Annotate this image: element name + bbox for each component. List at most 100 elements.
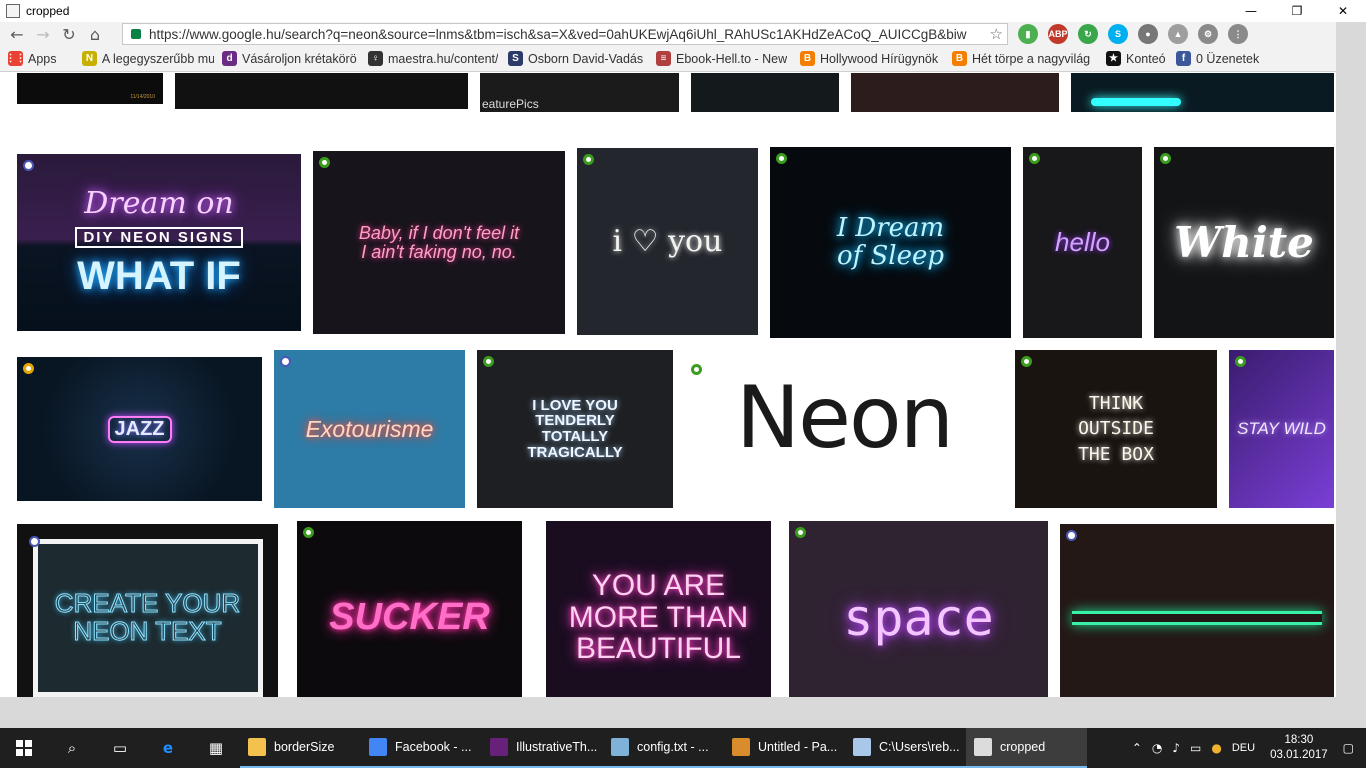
close-button[interactable]: ✕ [1320, 0, 1366, 22]
restore-button[interactable]: ❐ [1274, 0, 1320, 22]
image-type-badge [23, 160, 34, 171]
image-neon-text: I LOVE YOU TENDERLY TOTALLY TRAGICALLY [527, 396, 623, 461]
image-result[interactable]: THINK OUTSIDE THE BOX [1015, 350, 1217, 508]
image-type-badge [776, 153, 787, 164]
task-view-icon[interactable]: ▭ [96, 728, 144, 768]
image-result[interactable]: I Dream of Sleep [770, 147, 1011, 338]
notifications-icon[interactable]: ▢ [1343, 741, 1354, 755]
bookmark-item[interactable]: B Hét törpe a nagyvilág [952, 48, 1098, 70]
image-neon-text: JAZZ [107, 415, 172, 443]
image-type-badge [1160, 153, 1171, 164]
gear-ext-icon[interactable]: ⚙ [1198, 24, 1218, 44]
bookmark-item[interactable]: ♀ maestra.hu/content/ [368, 48, 500, 70]
image-result[interactable]: eaturePics [480, 73, 679, 112]
bookmark-item[interactable]: f 0 Üzenetek [1176, 48, 1264, 70]
bookmark-item[interactable]: ⋮⋮ Apps [6, 48, 74, 70]
address-bar[interactable]: https://www.google.hu/search?q=neon&sour… [122, 23, 1008, 45]
image-result[interactable]: Baby, if I don't feel it I ain't faking … [313, 151, 565, 334]
refresh-ext-icon[interactable]: ↻ [1078, 24, 1098, 44]
neon-shape [1091, 98, 1181, 106]
image-result[interactable] [1060, 524, 1334, 697]
image-type-badge [795, 527, 806, 538]
bulb-ext-icon[interactable]: ● [1138, 24, 1158, 44]
bookmark-item[interactable]: ≡ Ebook-Hell.to - New [656, 48, 792, 70]
bookmark-star-icon[interactable]: ☆ [990, 25, 1003, 43]
minimize-button[interactable]: — [1228, 0, 1274, 22]
system-tray: ⌃ ◔ ♪ ▭ ● DEU 18:30 03.01.2017 ▢ [1127, 728, 1366, 768]
notepad-icon [611, 738, 629, 756]
image-result[interactable]: 11/14/2010 [17, 73, 163, 104]
taskbar-app-button[interactable]: Untitled - Pa... [724, 728, 845, 768]
image-result[interactable] [1071, 73, 1334, 112]
bookmark-item[interactable]: N A legegyszerűbb mu [82, 48, 214, 70]
image-neon-text: WHAT IF [77, 254, 241, 298]
image-result[interactable]: i ♡ you [577, 148, 758, 335]
clock[interactable]: 18:30 03.01.2017 [1270, 733, 1328, 763]
s-icon: S [508, 51, 523, 66]
taskbar-app-button[interactable]: config.txt - ... [603, 728, 724, 768]
image-result[interactable]: space [789, 521, 1048, 697]
home-icon[interactable]: ⌂ [82, 23, 108, 45]
forward-arrow-icon[interactable]: → [30, 23, 56, 45]
tray-chevron-up-icon[interactable]: ⌃ [1132, 741, 1142, 755]
window-title: cropped [26, 4, 70, 18]
address-toolbar: ← → ↻ ⌂ https://www.google.hu/search?q=n… [0, 22, 1336, 46]
image-result[interactable]: Neon [685, 358, 1003, 478]
reload-icon[interactable]: ↻ [56, 23, 82, 45]
taskbar-app-button[interactable]: C:\Users\reb... [845, 728, 966, 768]
taskbar-app-button[interactable]: IllustrativeTh... [482, 728, 603, 768]
back-arrow-icon[interactable]: ← [4, 23, 30, 45]
image-result[interactable]: STAY WILD [1229, 350, 1334, 508]
image-result[interactable]: JAZZ [17, 357, 262, 501]
taskbar-app-label: C:\Users\reb... [879, 740, 960, 754]
image-neon-text: I Dream of Sleep [836, 213, 945, 271]
image-neon-text: Dream on [84, 186, 234, 221]
visual-studio-icon [490, 738, 508, 756]
image-result[interactable]: hello [1023, 147, 1142, 338]
start-button[interactable] [0, 728, 48, 768]
search-icon[interactable]: ⌕ [48, 728, 96, 768]
taskbar-app-label: cropped [1000, 740, 1046, 754]
image-result[interactable]: YOU ARE MORE THAN BEAUTIFUL [546, 521, 771, 697]
pushbullet-icon[interactable]: ▮ [1018, 24, 1038, 44]
image-result[interactable]: SUCKER [297, 521, 522, 697]
image-result[interactable]: White [1154, 147, 1334, 338]
image-result[interactable] [691, 73, 839, 112]
volume-icon[interactable]: ♪ [1172, 741, 1180, 755]
image-date-stamp: 11/14/2010 [130, 94, 155, 100]
taskbar-app-button[interactable]: borderSize [240, 728, 361, 768]
edge-browser-icon[interactable]: e [144, 728, 192, 768]
image-result[interactable]: Dream on DIY NEON SIGNS WHAT IF [17, 154, 301, 331]
taskbar-app-label: IllustrativeTh... [516, 740, 598, 754]
adblock-icon[interactable]: ABP [1048, 24, 1068, 44]
taskbar-app-button[interactable]: Facebook - ... [361, 728, 482, 768]
bookmark-label: Konteó [1126, 51, 1166, 66]
bookmark-item[interactable]: d Vásároljon krétakörö [222, 48, 360, 70]
image-type-badge [1066, 530, 1077, 541]
bookmarks-bar: ⋮⋮ Apps N A legegyszerűbb mu d Vásároljon kré… [0, 46, 1336, 72]
image-result[interactable]: CREATE YOUR NEON TEXT [17, 524, 278, 697]
image-result[interactable]: I LOVE YOU TENDERLY TOTALLY TRAGICALLY [477, 350, 673, 508]
menu-ext-icon[interactable]: ⋮ [1228, 24, 1248, 44]
battery-icon[interactable]: ▭ [1190, 741, 1201, 755]
store-icon[interactable]: ▦ [192, 728, 240, 768]
watermark-text: eaturePics [482, 97, 539, 111]
image-result[interactable] [175, 73, 468, 109]
bookmark-label: Hollywood Hírügynök [820, 51, 939, 66]
image-neon-text: YOU ARE MORE THAN BEAUTIFUL [568, 569, 749, 666]
image-neon-text: space [843, 588, 994, 647]
bookmark-item[interactable]: S Osborn David-Vadás [508, 48, 648, 70]
url-text[interactable]: https://www.google.hu/search?q=neon&sour… [149, 27, 979, 42]
weather-icon[interactable]: ● [1211, 741, 1221, 755]
taskbar-app-button[interactable]: cropped [966, 728, 1087, 768]
image-result[interactable]: Exotourisme [274, 350, 465, 508]
bookmark-label: Hét törpe a nagyvilág [972, 51, 1091, 66]
bookmark-item[interactable]: ★ Konteó [1106, 48, 1168, 70]
language-indicator[interactable]: DEU [1232, 742, 1255, 754]
bookmark-item[interactable]: B Hollywood Hírügynök [800, 48, 944, 70]
image-result[interactable] [851, 73, 1059, 112]
clock-time: 18:30 [1284, 734, 1314, 746]
drive-ext-icon[interactable]: ▲ [1168, 24, 1188, 44]
skype-icon[interactable]: S [1108, 24, 1128, 44]
wifi-icon[interactable]: ◔ [1152, 741, 1162, 755]
